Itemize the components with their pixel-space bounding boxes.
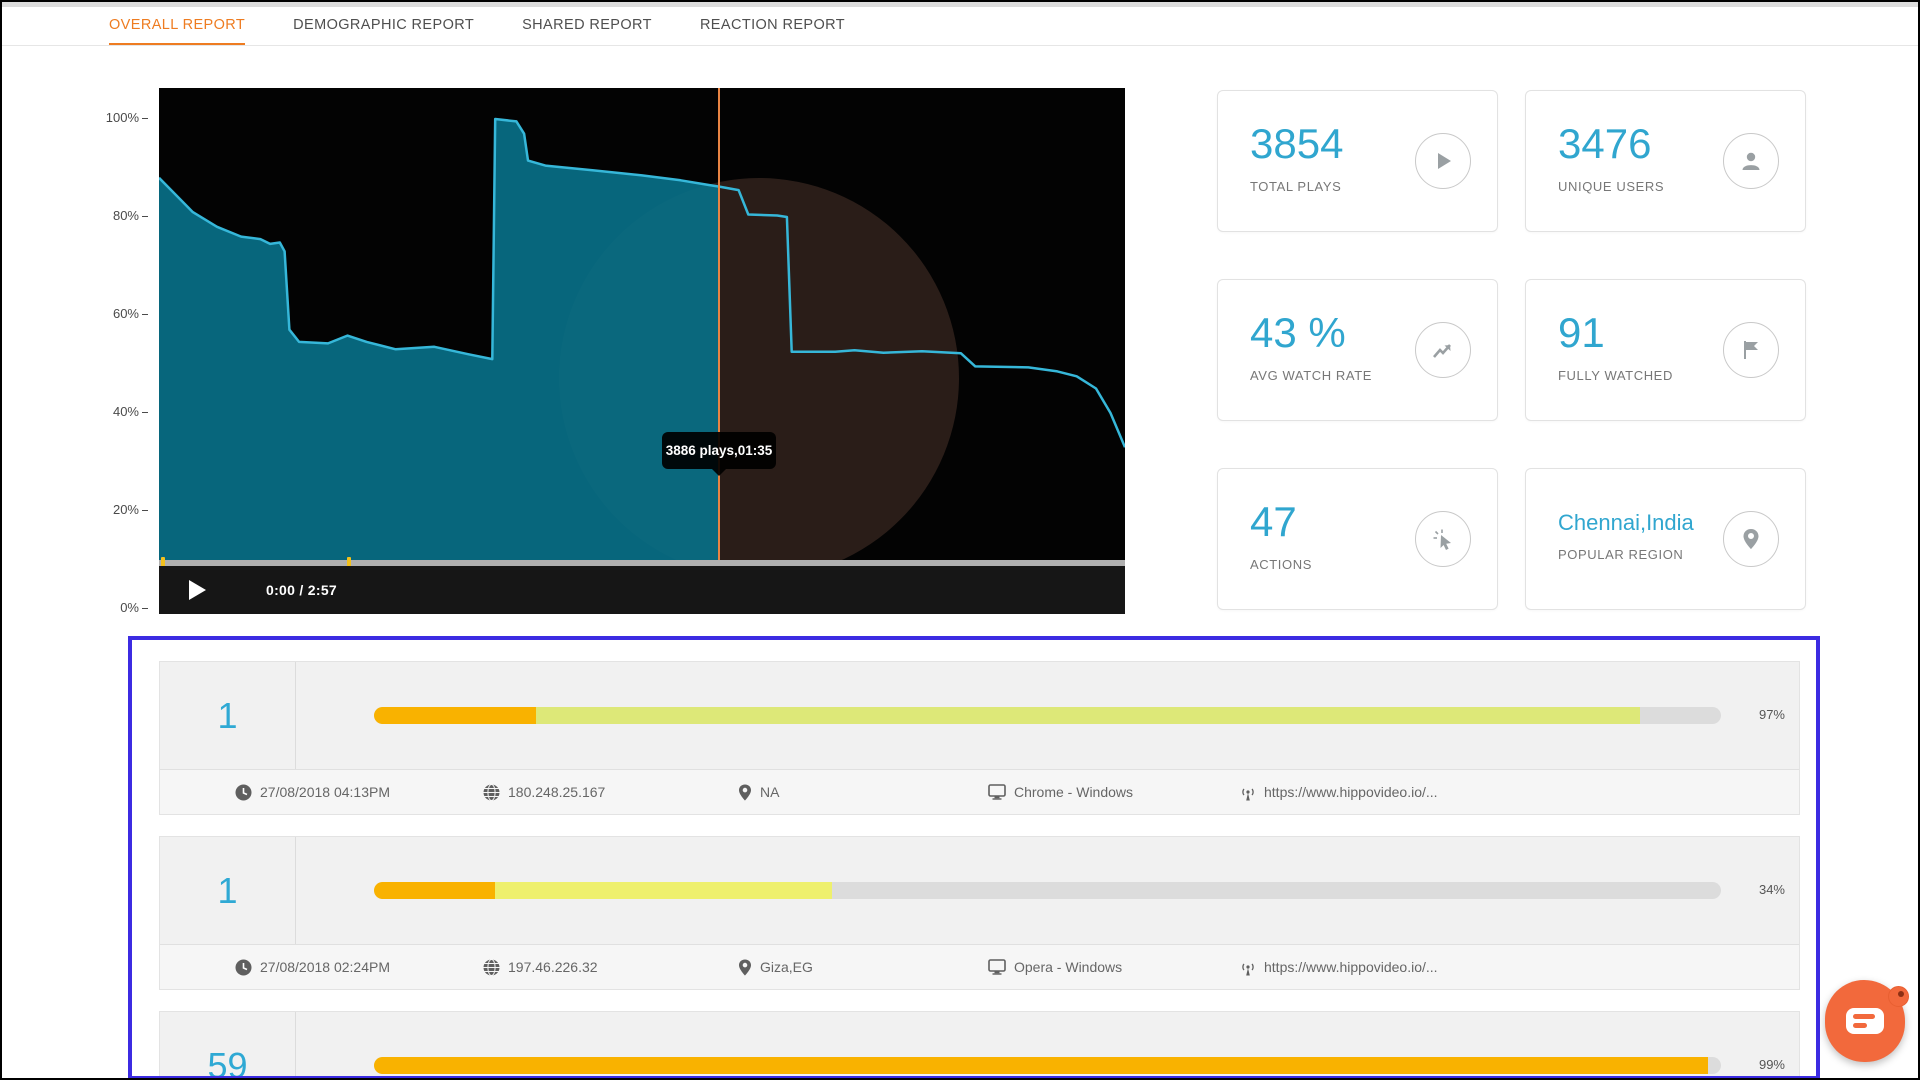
y-axis-label-0: 0% <box>98 600 148 615</box>
session-location-text: Giza,EG <box>760 959 813 975</box>
y-axis-label-40: 40% <box>98 404 148 419</box>
stat-card-unique-users: 3476 UNIQUE USERS <box>1525 90 1806 232</box>
video-player[interactable]: 3886 plays,01:35 0:00 / 2:57 <box>159 88 1125 614</box>
session-ip-text: 197.46.226.32 <box>508 959 598 975</box>
session-bar-row: 1 34% <box>160 837 1799 944</box>
viewer-session-row[interactable]: 1 34% 27/08/2018 02:24PM 197.46.226.32 <box>159 836 1800 990</box>
map-pin-icon <box>738 959 752 976</box>
viewer-session-row[interactable]: 59 99% <box>159 1011 1800 1080</box>
chart-tooltip-label: 3886 plays,01:35 <box>666 443 773 458</box>
monitor-icon <box>988 784 1006 800</box>
watch-progress-cell: 97% <box>296 662 1799 769</box>
stat-card-avg-watch-rate: 43 % AVG WATCH RATE <box>1217 279 1498 421</box>
session-details-strip: 27/08/2018 02:24PM 197.46.226.32 Giza,EG… <box>160 944 1799 989</box>
session-browser-os: Opera - Windows <box>988 945 1122 989</box>
play-icon <box>1415 133 1471 189</box>
watch-percent-label: 97% <box>1759 707 1785 722</box>
session-source-url[interactable]: https://www.hippovideo.io/... <box>1240 945 1438 989</box>
engagement-area-chart <box>159 88 1125 614</box>
session-ip: 180.248.25.167 <box>483 770 605 814</box>
viewer-session-row[interactable]: 1 97% 27/08/2018 04:13PM 180.248.25.167 <box>159 661 1800 815</box>
tab-demographic-report[interactable]: DEMOGRAPHIC REPORT <box>293 7 474 45</box>
tab-shared-report[interactable]: SHARED REPORT <box>522 7 652 45</box>
watch-progress-bar <box>374 882 1721 899</box>
session-datetime: 27/08/2018 04:13PM <box>235 770 390 814</box>
tooltip-arrow <box>712 469 726 476</box>
map-pin-icon <box>738 784 752 801</box>
session-bar-row: 1 97% <box>160 662 1799 769</box>
session-source-url[interactable]: https://www.hippovideo.io/... <box>1240 770 1438 814</box>
session-browser-text: Opera - Windows <box>1014 959 1122 975</box>
chat-bubble-icon <box>1846 1008 1884 1034</box>
session-play-count: 1 <box>160 837 296 944</box>
map-pin-icon <box>1723 511 1779 567</box>
session-location-text: NA <box>760 784 779 800</box>
clock-icon <box>235 959 252 976</box>
session-browser-text: Chrome - Windows <box>1014 784 1133 800</box>
video-controls-bar: 0:00 / 2:57 <box>159 566 1125 614</box>
session-location: Giza,EG <box>738 945 813 989</box>
tab-overall-report[interactable]: OVERALL REPORT <box>109 7 245 45</box>
report-tabs-bar: OVERALL REPORT DEMOGRAPHIC REPORT SHARED… <box>2 7 1918 46</box>
session-url-text[interactable]: https://www.hippovideo.io/... <box>1264 959 1438 975</box>
stat-card-fully-watched: 91 FULLY WATCHED <box>1525 279 1806 421</box>
session-datetime: 27/08/2018 02:24PM <box>235 945 390 989</box>
y-axis-label-80: 80% <box>98 208 148 223</box>
chat-notification-badge <box>1888 986 1909 1007</box>
y-axis-label-100: 100% <box>98 110 148 125</box>
watched-area-fill <box>159 119 719 609</box>
y-axis-label-60: 60% <box>98 306 148 321</box>
user-icon <box>1723 133 1779 189</box>
trend-up-icon <box>1415 322 1471 378</box>
chart-tooltip: 3886 plays,01:35 <box>662 432 776 469</box>
clock-icon <box>235 784 252 801</box>
session-ip-text: 180.248.25.167 <box>508 784 605 800</box>
broadcast-icon <box>1240 784 1256 801</box>
watch-percent-label: 34% <box>1759 882 1785 897</box>
session-bar-row: 59 99% <box>160 1012 1799 1080</box>
session-location: NA <box>738 770 779 814</box>
session-url-text[interactable]: https://www.hippovideo.io/... <box>1264 784 1438 800</box>
watch-progress-bar <box>374 1057 1721 1074</box>
session-details-strip: 27/08/2018 04:13PM 180.248.25.167 NA Chr… <box>160 769 1799 814</box>
stat-card-total-plays: 3854 TOTAL PLAYS <box>1217 90 1498 232</box>
y-axis-label-20: 20% <box>98 502 148 517</box>
app-window: OVERALL REPORT DEMOGRAPHIC REPORT SHARED… <box>0 0 1920 1080</box>
flag-icon <box>1723 322 1779 378</box>
stat-card-popular-region: Chennai,India POPULAR REGION <box>1525 468 1806 610</box>
globe-icon <box>483 959 500 976</box>
stat-card-actions: 47 ACTIONS <box>1217 468 1498 610</box>
session-datetime-text: 27/08/2018 02:24PM <box>260 959 390 975</box>
session-ip: 197.46.226.32 <box>483 945 598 989</box>
monitor-icon <box>988 959 1006 975</box>
session-play-count: 1 <box>160 662 296 769</box>
video-time: 0:00 / 2:57 <box>266 582 337 598</box>
watch-progress-bar <box>374 707 1721 724</box>
broadcast-icon <box>1240 959 1256 976</box>
playhead-cursor-line[interactable] <box>718 88 720 568</box>
watch-progress-cell: 99% <box>296 1012 1799 1080</box>
session-play-count: 59 <box>160 1012 296 1080</box>
stats-grid: 3854 TOTAL PLAYS 3476 UNIQUE USERS 43 % … <box>1217 90 1806 610</box>
chat-launcher-button[interactable] <box>1825 980 1905 1062</box>
cursor-click-icon <box>1415 511 1471 567</box>
viewer-sessions-panel: 1 97% 27/08/2018 04:13PM 180.248.25.167 <box>128 636 1820 1080</box>
play-button[interactable] <box>189 580 206 600</box>
tab-reaction-report[interactable]: REACTION REPORT <box>700 7 845 45</box>
session-browser-os: Chrome - Windows <box>988 770 1133 814</box>
watch-progress-cell: 34% <box>296 837 1799 944</box>
session-datetime-text: 27/08/2018 04:13PM <box>260 784 390 800</box>
globe-icon <box>483 784 500 801</box>
watch-percent-label: 99% <box>1759 1057 1785 1072</box>
